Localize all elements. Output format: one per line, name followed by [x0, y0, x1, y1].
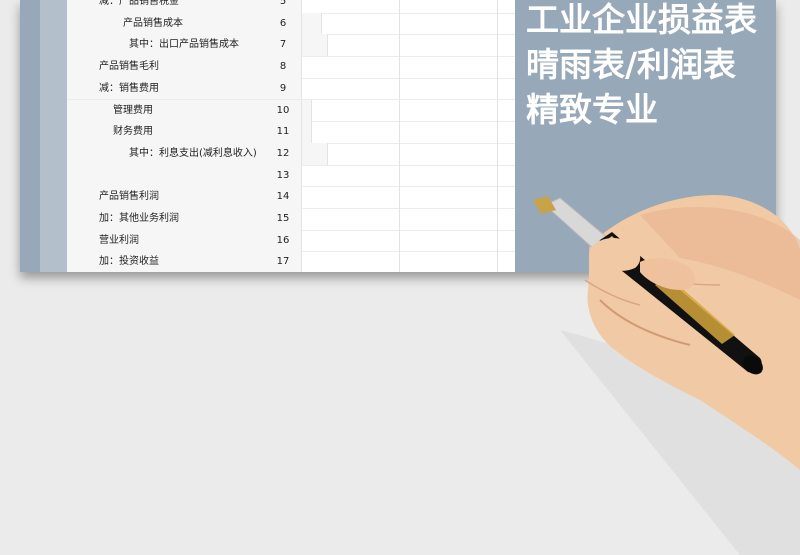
row-label[interactable]: 产品销售利润 [67, 186, 298, 208]
value-cell[interactable] [301, 186, 400, 208]
row-number[interactable]: 7 [265, 34, 302, 57]
title-line-2: 晴雨表/利润表 [526, 45, 737, 84]
row-number[interactable]: 14 [265, 186, 302, 208]
title-line-3: 精致专业 [526, 90, 658, 129]
row-number[interactable]: 17 [265, 251, 302, 272]
row-number[interactable]: 8 [265, 56, 302, 78]
row-label[interactable]: 产品销售毛利 [67, 56, 298, 78]
row-number[interactable]: 15 [265, 208, 302, 230]
value-cell[interactable] [301, 208, 400, 230]
value-cell[interactable] [301, 251, 400, 272]
row-number[interactable]: 5 [265, 0, 302, 13]
value-cell[interactable] [399, 99, 498, 122]
value-cell[interactable] [399, 164, 498, 187]
table-row: 加：其他业务利润 15 [67, 208, 515, 231]
row-number[interactable]: 16 [265, 229, 302, 252]
value-cell[interactable] [301, 0, 400, 13]
value-cell[interactable] [301, 121, 400, 143]
value-cell[interactable] [301, 77, 400, 100]
value-cell[interactable] [301, 229, 400, 252]
value-cell[interactable] [399, 208, 498, 230]
row-number[interactable]: 9 [265, 77, 302, 100]
value-cell[interactable] [399, 142, 498, 165]
value-cell[interactable] [399, 34, 498, 57]
value-cell[interactable] [399, 186, 498, 208]
row-number[interactable]: 11 [265, 121, 302, 143]
value-cell[interactable] [301, 142, 400, 165]
table-row: 减：销售费用 9 [67, 77, 515, 101]
title-line-1: 工业企业损益表 [526, 0, 757, 39]
row-label[interactable] [67, 164, 298, 187]
row-number[interactable]: 12 [265, 142, 302, 165]
table-row: 加：投资收益 17 [67, 251, 515, 272]
value-cell[interactable] [301, 164, 400, 187]
table-row: 13 [67, 164, 515, 188]
table-row: 产品销售利润 14 [67, 186, 515, 209]
value-cell[interactable] [301, 56, 400, 78]
value-cell[interactable] [399, 77, 498, 100]
row-label[interactable]: 营业利润 [67, 229, 298, 252]
table-row: 减：产品销售税金 5 [67, 0, 515, 14]
spreadsheet: 减：产品销售税金 5 产品销售成本 6 其中：出口产品销售成本 7 产品销售毛利 8 减：销售费… [67, 0, 515, 272]
row-label[interactable]: 减：产品销售税金 [67, 0, 298, 13]
row-label[interactable]: 加：投资收益 [67, 251, 298, 272]
preview-card: 减：产品销售税金 5 产品销售成本 6 其中：出口产品销售成本 7 产品销售毛利 8 减：销售费… [20, 0, 776, 272]
table-row: 营业利润 16 [67, 229, 515, 253]
value-cell[interactable] [399, 121, 498, 143]
table-row: 财务费用 11 [67, 121, 515, 144]
table-row: 其中：出口产品销售成本 7 [67, 34, 515, 58]
row-number[interactable]: 10 [265, 99, 302, 122]
value-cell[interactable] [301, 99, 400, 122]
table-row: 管理费用 10 [67, 99, 515, 123]
table-row: 产品销售毛利 8 [67, 56, 515, 79]
row-number[interactable]: 6 [265, 12, 302, 35]
value-cell[interactable] [399, 12, 498, 35]
value-cell[interactable] [399, 0, 498, 13]
value-cell[interactable] [301, 12, 400, 35]
row-label[interactable]: 加：其他业务利润 [67, 208, 298, 230]
sheet-frame-strip [40, 0, 67, 272]
table-row: 产品销售成本 6 [67, 12, 515, 36]
value-cell[interactable] [399, 229, 498, 252]
value-cell[interactable] [399, 56, 498, 78]
table-row: 其中：利息支出(减利息收入) 12 [67, 142, 515, 166]
row-number[interactable]: 13 [265, 164, 302, 187]
value-cell[interactable] [301, 34, 400, 57]
title-block: 工业企业损益表 晴雨表/利润表 精致专业 [526, 0, 776, 132]
value-cell[interactable] [399, 251, 498, 272]
row-label[interactable]: 减：销售费用 [67, 77, 298, 100]
